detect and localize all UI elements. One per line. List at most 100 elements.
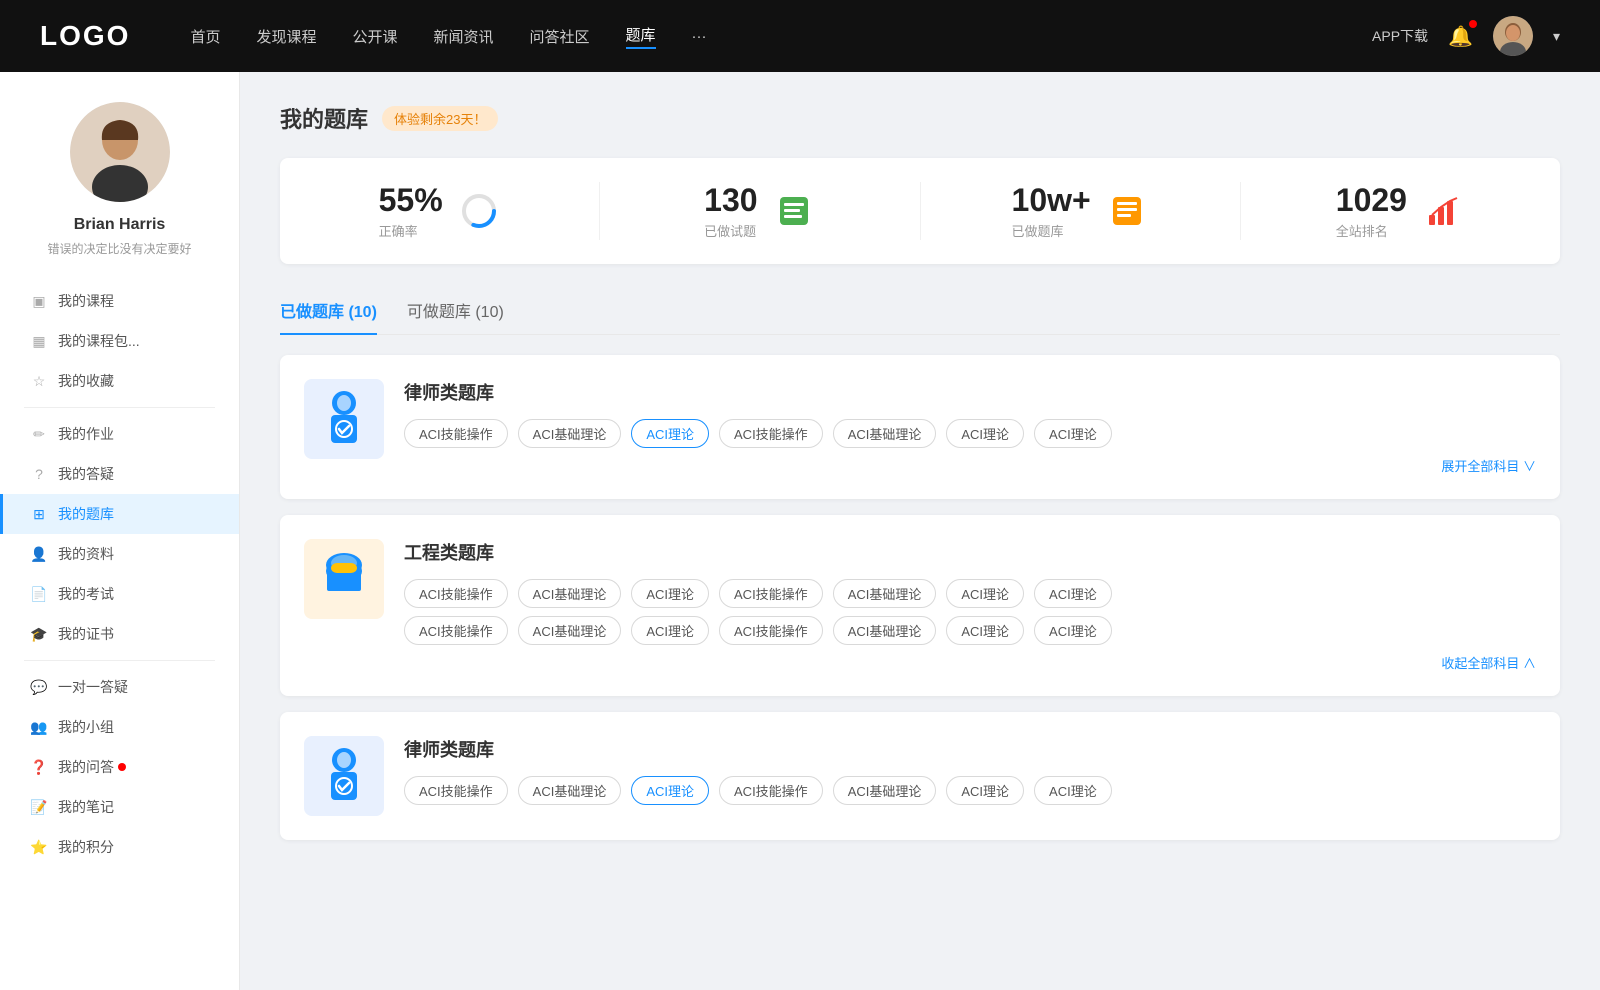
tag-active[interactable]: ACI理论: [631, 419, 709, 448]
sidebar-item-favorites[interactable]: ☆ 我的收藏: [0, 361, 239, 401]
nav-opencourse[interactable]: 公开课: [352, 26, 397, 47]
stat-accuracy-label: 正确率: [379, 221, 443, 240]
tags-row2-engineer: ACI技能操作 ACI基础理论 ACI理论 ACI技能操作 ACI基础理论 AC…: [404, 616, 1536, 645]
page-header: 我的题库 体验剩余23天！: [280, 102, 1560, 134]
tag[interactable]: ACI基础理论: [833, 776, 937, 805]
user-icon: 👤: [30, 545, 48, 563]
sidebar-item-group[interactable]: 👥 我的小组: [0, 707, 239, 747]
menu-label: 一对一答疑: [58, 677, 128, 697]
tab-available[interactable]: 可做题库 (10): [407, 288, 504, 334]
category-card-lawyer2: 律师类题库 ACI技能操作 ACI基础理论 ACI理论 ACI技能操作 ACI基…: [280, 712, 1560, 840]
menu-label: 我的小组: [58, 717, 114, 737]
tag[interactable]: ACI理论: [1034, 579, 1112, 608]
nav-discover[interactable]: 发现课程: [256, 26, 316, 47]
nav-home[interactable]: 首页: [190, 26, 220, 47]
main-content: 我的题库 体验剩余23天！ 55% 正确率: [240, 72, 1600, 990]
note-icon: 📝: [30, 798, 48, 816]
tag[interactable]: ACI理论: [1034, 419, 1112, 448]
list-icon: [772, 189, 816, 233]
pie-icon: [457, 189, 501, 233]
tab-done[interactable]: 已做题库 (10): [280, 288, 377, 334]
nav-links: 首页 发现课程 公开课 新闻资讯 问答社区 题库 ···: [190, 24, 1372, 49]
bell-icon[interactable]: 🔔: [1448, 24, 1473, 49]
tag[interactable]: ACI基础理论: [518, 776, 622, 805]
bar-icon: [1421, 189, 1465, 233]
sidebar-item-exam[interactable]: 📄 我的考试: [0, 574, 239, 614]
tag[interactable]: ACI基础理论: [518, 419, 622, 448]
sidebar-item-course[interactable]: ▣ 我的课程: [0, 281, 239, 321]
sidebar-menu: ▣ 我的课程 ▦ 我的课程包... ☆ 我的收藏 ✏ 我的作业 ? 我的答疑 ⊞: [0, 281, 239, 867]
tag[interactable]: ACI技能操作: [404, 579, 508, 608]
main-layout: Brian Harris 错误的决定比没有决定要好 ▣ 我的课程 ▦ 我的课程包…: [0, 72, 1600, 990]
nav-qa[interactable]: 问答社区: [530, 26, 590, 47]
logo: LOGO: [40, 20, 130, 52]
stat-done-label: 已做试题: [704, 221, 757, 240]
tag[interactable]: ACI理论: [946, 616, 1024, 645]
nav-news[interactable]: 新闻资讯: [434, 26, 494, 47]
cert-icon: 🎓: [30, 625, 48, 643]
avatar: [70, 102, 170, 202]
tag[interactable]: ACI技能操作: [404, 776, 508, 805]
sidebar-item-tutor[interactable]: 💬 一对一答疑: [0, 667, 239, 707]
stat-rank-value: 1029: [1336, 182, 1407, 219]
lawyer-icon: [304, 379, 384, 459]
menu-label: 我的作业: [58, 424, 114, 444]
tag[interactable]: ACI理论: [946, 776, 1024, 805]
edit-icon: ✏: [30, 425, 48, 443]
category-card-engineer: 工程类题库 ACI技能操作 ACI基础理论 ACI理论 ACI技能操作 ACI基…: [280, 515, 1560, 696]
avatar[interactable]: [1493, 16, 1533, 56]
stat-total-value: 10w+: [1012, 182, 1091, 219]
menu-label: 我的资料: [58, 544, 114, 564]
tag[interactable]: ACI技能操作: [719, 776, 823, 805]
sidebar-item-qa[interactable]: ? 我的答疑: [0, 454, 239, 494]
tag[interactable]: ACI理论: [946, 579, 1024, 608]
divider2: [24, 660, 215, 661]
tag[interactable]: ACI理论: [946, 419, 1024, 448]
sidebar-item-bank[interactable]: ⊞ 我的题库: [0, 494, 239, 534]
tag[interactable]: ACI基础理论: [518, 579, 622, 608]
sidebar-item-notes[interactable]: 📝 我的笔记: [0, 787, 239, 827]
category-title-engineer: 工程类题库: [404, 539, 1536, 565]
tag[interactable]: ACI理论: [1034, 616, 1112, 645]
menu-label: 我的考试: [58, 584, 114, 604]
menu-label: 我的证书: [58, 624, 114, 644]
chart-icon: ▦: [30, 332, 48, 350]
trial-badge: 体验剩余23天！: [382, 106, 498, 131]
tag[interactable]: ACI技能操作: [404, 616, 508, 645]
grid-icon: ⊞: [30, 505, 48, 523]
nav-bank[interactable]: 题库: [626, 24, 656, 49]
sidebar-item-homework[interactable]: ✏ 我的作业: [0, 414, 239, 454]
stat-rank-label: 全站排名: [1336, 221, 1407, 240]
sidebar-item-course-pack[interactable]: ▦ 我的课程包...: [0, 321, 239, 361]
sidebar-item-cert[interactable]: 🎓 我的证书: [0, 614, 239, 654]
expand-link-lawyer[interactable]: 展开全部科目 ∨: [404, 456, 1536, 475]
dropdown-arrow[interactable]: ▾: [1553, 28, 1560, 45]
tag[interactable]: ACI基础理论: [833, 616, 937, 645]
sidebar-item-profile[interactable]: 👤 我的资料: [0, 534, 239, 574]
category-body-lawyer2: 律师类题库 ACI技能操作 ACI基础理论 ACI理论 ACI技能操作 ACI基…: [404, 736, 1536, 813]
tags-row-lawyer: ACI技能操作 ACI基础理论 ACI理论 ACI技能操作 ACI基础理论 AC…: [404, 419, 1536, 448]
tag[interactable]: ACI技能操作: [719, 579, 823, 608]
tag-active[interactable]: ACI理论: [631, 776, 709, 805]
tag[interactable]: ACI理论: [631, 616, 709, 645]
app-download-link[interactable]: APP下载: [1372, 26, 1428, 46]
sidebar-item-points[interactable]: ⭐ 我的积分: [0, 827, 239, 867]
tag[interactable]: ACI基础理论: [833, 419, 937, 448]
sidebar-item-questions[interactable]: ❓ 我的问答: [0, 747, 239, 787]
score-icon: ⭐: [30, 838, 48, 856]
user-motto: 错误的决定比没有决定要好: [47, 240, 191, 257]
divider1: [24, 407, 215, 408]
tag[interactable]: ACI理论: [631, 579, 709, 608]
nav-more[interactable]: ···: [692, 28, 707, 45]
tag[interactable]: ACI理论: [1034, 776, 1112, 805]
tag[interactable]: ACI技能操作: [719, 419, 823, 448]
tag[interactable]: ACI基础理论: [518, 616, 622, 645]
tag[interactable]: ACI技能操作: [719, 616, 823, 645]
stat-total-label: 已做题库: [1012, 221, 1091, 240]
tag[interactable]: ACI技能操作: [404, 419, 508, 448]
collapse-link-engineer[interactable]: 收起全部科目 ∧: [404, 653, 1536, 672]
navbar-right: APP下载 🔔 ▾: [1372, 16, 1560, 56]
navbar: LOGO 首页 发现课程 公开课 新闻资讯 问答社区 题库 ··· APP下载 …: [0, 0, 1600, 72]
tags-row-lawyer2: ACI技能操作 ACI基础理论 ACI理论 ACI技能操作 ACI基础理论 AC…: [404, 776, 1536, 805]
tag[interactable]: ACI基础理论: [833, 579, 937, 608]
